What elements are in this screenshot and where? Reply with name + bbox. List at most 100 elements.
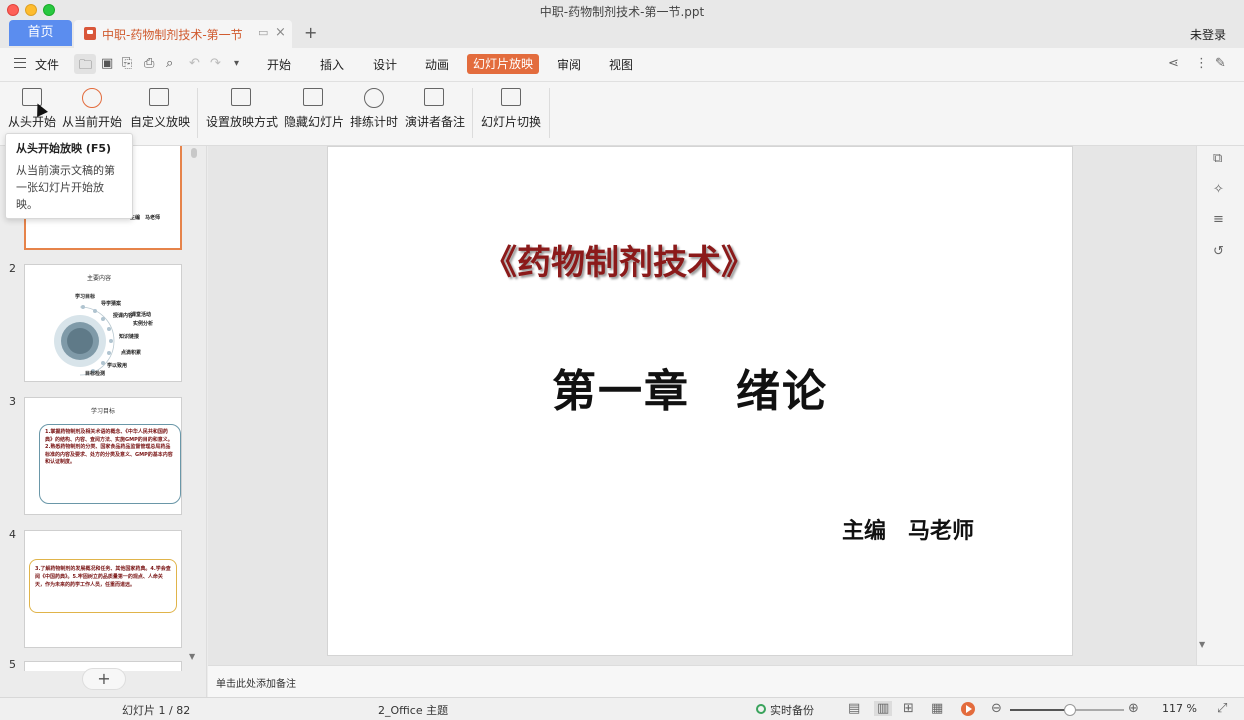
new-tab-button[interactable]: + (304, 23, 317, 42)
reading-view-icon[interactable]: ▦ (931, 701, 943, 716)
history-icon[interactable]: ↺ (1213, 244, 1227, 259)
zoom-level[interactable]: 117 % (1162, 702, 1197, 715)
redo-icon[interactable]: ↷ (210, 56, 221, 71)
menu-file[interactable]: 文件 (35, 56, 59, 73)
notes-pane[interactable]: 单击此处添加备注 (208, 665, 1244, 697)
settings-sliders-icon[interactable]: ≡ (1213, 212, 1227, 227)
shape-icon[interactable]: ✧ (1213, 182, 1227, 197)
save-icon[interactable]: ▣ (101, 56, 113, 71)
format-painter-icon[interactable]: ⎘ (122, 56, 132, 71)
slide-thumbnail-2[interactable]: 主要内容 学习目标 导学猜案 授课内容 课堂活动 实例分析 知识链接 点滴积累 … (24, 264, 182, 382)
tab-home[interactable]: 首页 (9, 20, 72, 46)
play-from-start-button[interactable]: 从头开始 (8, 88, 56, 130)
thumb4-box: 3.了解药物制剂的发展概况和任务、其他国家药典。4.学会查阅《中国药典》。5.牢… (29, 559, 177, 613)
play-circle-icon (82, 88, 102, 108)
scroll-down-icon[interactable]: ▼ (189, 652, 195, 661)
print-preview-icon[interactable]: ⌕ (166, 56, 173, 71)
menu-review[interactable]: 审阅 (557, 56, 581, 73)
presenter-notes-label: 演讲者备注 (405, 115, 466, 129)
zoom-slider[interactable] (1010, 704, 1124, 716)
rehearse-timings-button[interactable]: 排练计时 (350, 88, 398, 130)
custom-show-button[interactable]: 自定义放映 (130, 88, 190, 130)
ribbon-slideshow: 从头开始 从当前开始 自定义放映 设置放映方式 隐藏幻灯片 排练计时 演讲者备注… (0, 82, 1244, 146)
menu-insert[interactable]: 插入 (320, 56, 344, 73)
normal-view-icon[interactable]: ▥ (874, 701, 892, 716)
thumb3-body: 1.掌握药物制剂及相关术语的概念、《中华人民共和国药典》的结构、内容、查阅方法、… (45, 429, 173, 465)
thumb2-item: 课堂活动 (131, 312, 152, 318)
play-slideshow-icon[interactable] (961, 702, 975, 716)
current-slide[interactable]: 《药物制剂技术》 第一章 绪论 主编 马老师 (327, 146, 1073, 656)
pin-icon[interactable]: ✎ (1215, 56, 1226, 71)
login-status[interactable]: 未登录 (1190, 26, 1226, 43)
more-icon[interactable]: ⋮ (1195, 56, 1208, 71)
print-icon[interactable]: ⎙ (144, 56, 154, 71)
tab-document-label: 中职-药物制剂技术-第一节 (102, 28, 243, 42)
slide-editor: 主编 马老师 (842, 519, 975, 544)
object-icon[interactable]: ⧉ (1213, 151, 1227, 166)
slide-sorter-icon[interactable]: ⊞ (903, 701, 914, 716)
tooltip-play-from-start: 从头开始放映 (F5) 从当前演示文稿的第一张幻灯片开始放映。 (5, 133, 133, 219)
thumb2-diagram (54, 305, 115, 376)
menu-animation[interactable]: 动画 (425, 56, 449, 73)
zoom-slider-handle[interactable] (1064, 704, 1077, 716)
add-slide-button[interactable]: + (82, 668, 126, 690)
slide-number: 3 (9, 395, 16, 408)
play-from-current-button[interactable]: 从当前开始 (62, 88, 122, 130)
share-icon[interactable]: ⋖ (1168, 56, 1179, 71)
hamburger-menu-icon[interactable] (14, 58, 26, 68)
setup-show-label: 设置放映方式 (206, 115, 279, 129)
thumb2-item: 授课内容 (113, 313, 134, 319)
scroll-down-icon[interactable]: ▼ (1199, 640, 1205, 649)
thumb2-item: 点滴积累 (121, 350, 142, 356)
theme-name: 2_Office 主题 (378, 704, 449, 717)
menu-start[interactable]: 开始 (267, 56, 291, 73)
read-mode-icon[interactable]: ▤ (848, 701, 860, 716)
fit-window-icon[interactable]: ⤢ (1217, 701, 1227, 716)
tab-bar: 首页 中职-药物制剂技术-第一节 ▭ × + 未登录 (0, 20, 1244, 48)
presenter-notes-button[interactable]: 演讲者备注 (405, 88, 466, 130)
hide-slide-button[interactable]: 隐藏幻灯片 (284, 88, 345, 130)
slide-number: 2 (9, 262, 16, 275)
backup-status[interactable]: 实时备份 (770, 702, 814, 718)
slide-thumbnails-panel[interactable]: 绪论 主编 马老师 2 主要内容 学习目标 导学猜案 授课内容 课堂活动 实例分… (0, 146, 207, 697)
slide-thumbnail-4[interactable]: 3.了解药物制剂的发展概况和任务、其他国家药典。4.学会查阅《中国药典》。5.牢… (24, 530, 182, 648)
thumb3-title: 学习目标 (91, 408, 116, 415)
ribbon-separator (197, 88, 198, 138)
slide-thumbnail-3[interactable]: 学习目标 1.掌握药物制剂及相关术语的概念、《中华人民共和国药典》的结构、内容、… (24, 397, 182, 515)
title-bar: 中职-药物制剂技术-第一节.ppt (0, 0, 1244, 20)
slide-book-title: 《药物制剂技术》 (483, 243, 755, 283)
quick-access-dropdown-icon[interactable]: ▾ (234, 58, 239, 69)
zoom-slider-fill (1010, 709, 1071, 711)
slide-transition-icon (501, 88, 521, 106)
status-bar: 幻灯片 1 / 82 2_Office 主题 实时备份 ▤ ▥ ⊞ ▦ ⊖ ⊕ … (0, 697, 1244, 720)
window-title: 中职-药物制剂技术-第一节.ppt (539, 5, 705, 19)
tab-document[interactable]: 中职-药物制剂技术-第一节 ▭ × (74, 20, 292, 48)
open-folder-icon: 🗀 (79, 58, 93, 73)
hide-slide-label: 隐藏幻灯片 (284, 115, 345, 129)
menu-view[interactable]: 视图 (609, 56, 633, 73)
stopwatch-icon (364, 88, 384, 108)
zoom-out-icon[interactable]: ⊖ (991, 701, 1002, 716)
slide-number: 5 (9, 658, 16, 671)
thumb3-box: 1.掌握药物制剂及相关术语的概念、《中华人民共和国药典》的结构、内容、查阅方法、… (39, 424, 181, 504)
thumbnails-scrollbar[interactable] (191, 148, 197, 158)
undo-icon[interactable]: ↶ (189, 56, 200, 71)
play-from-start-label: 从头开始 (8, 115, 57, 129)
tab-close-icon[interactable]: × (275, 25, 286, 40)
slide-canvas[interactable]: 《药物制剂技术》 第一章 绪论 主编 马老师 (208, 146, 1196, 665)
slide-number: 4 (9, 528, 16, 541)
thumb4-body: 3.了解药物制剂的发展概况和任务、其他国家药典。4.学会查阅《中国药典》。5.牢… (35, 566, 171, 588)
tab-window-icon[interactable]: ▭ (258, 26, 268, 39)
thumb2-item: 目标检测 (85, 371, 106, 377)
ribbon-separator (549, 88, 550, 138)
setup-show-button[interactable]: 设置放映方式 (206, 88, 279, 130)
slide-counter: 幻灯片 1 / 82 (122, 704, 191, 717)
tooltip-title: 从头开始放映 (F5) (16, 142, 112, 155)
menu-design[interactable]: 设计 (373, 56, 397, 73)
zoom-in-icon[interactable]: ⊕ (1128, 701, 1139, 716)
notes-placeholder: 单击此处添加备注 (216, 679, 296, 690)
backup-status-icon (756, 704, 766, 714)
menu-bar: 文件 🗀 ▣ ⎘ ⎙ ⌕ ↶ ↷ ▾ 开始 插入 设计 动画 幻灯片放映 审阅 … (0, 48, 1244, 82)
slide-transition-button[interactable]: 幻灯片切换 (481, 88, 541, 130)
menu-slideshow[interactable]: 幻灯片放映 (467, 54, 539, 74)
